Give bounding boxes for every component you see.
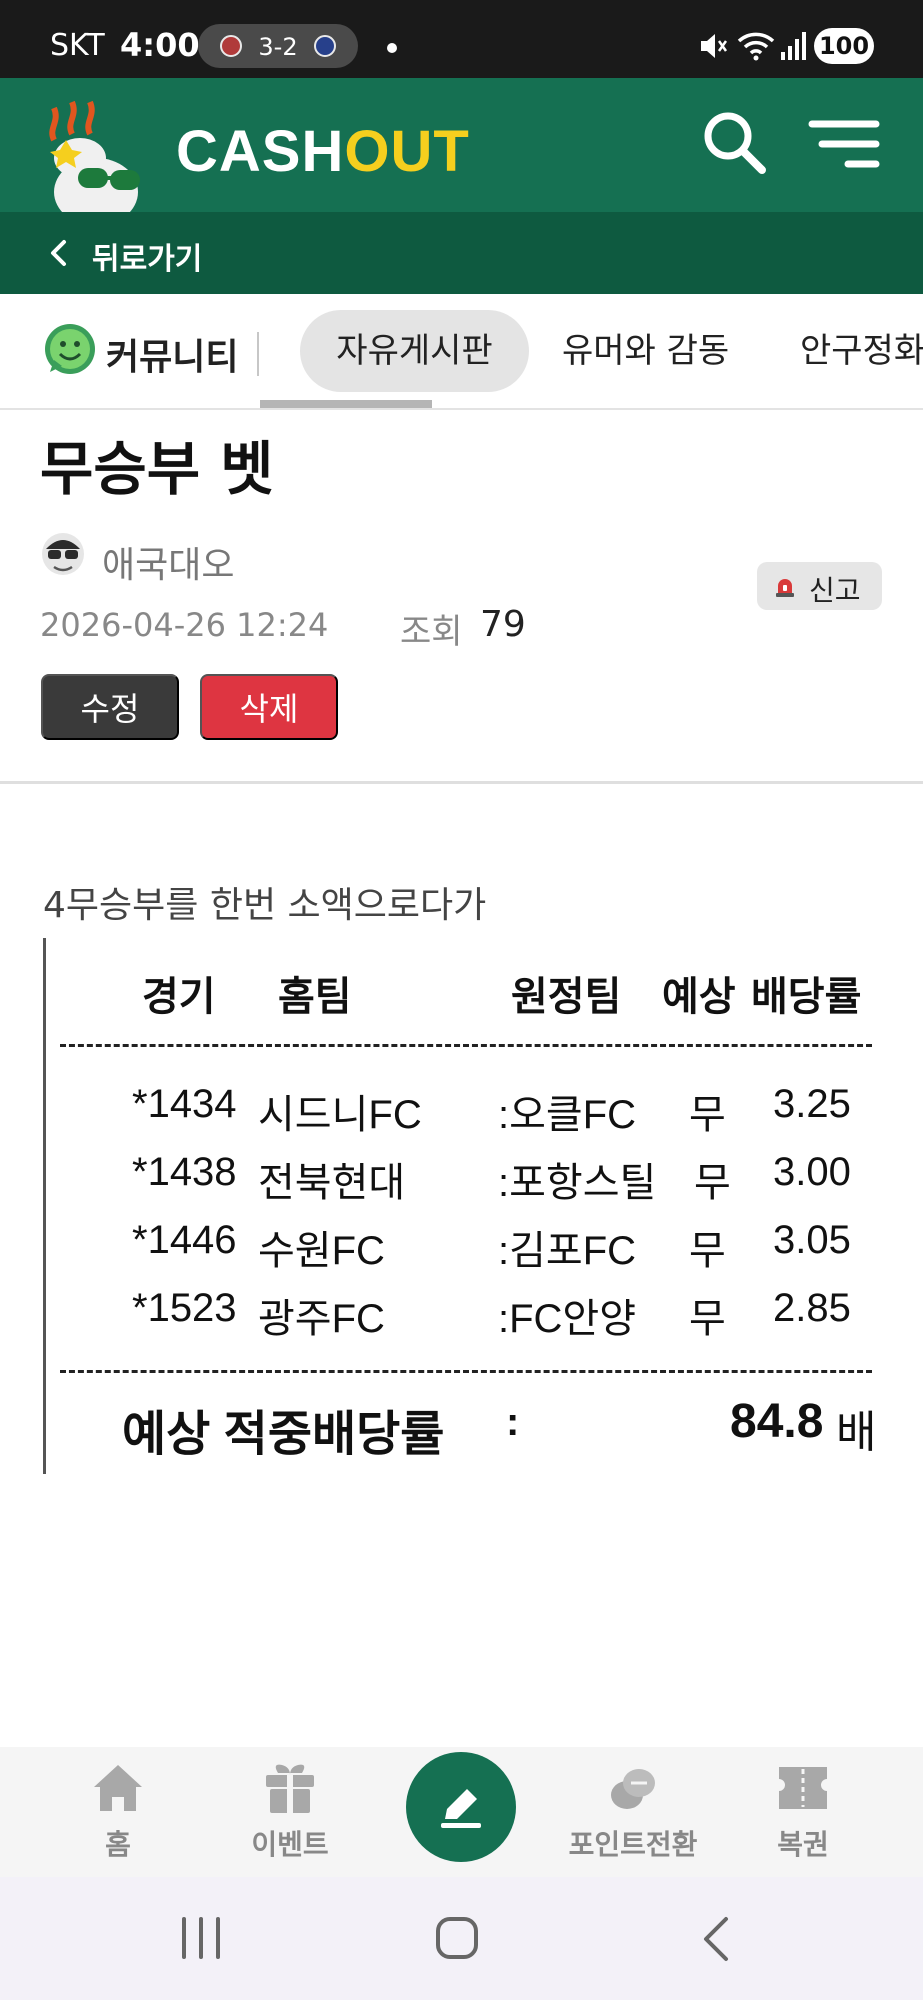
slip-row-away: :포항스틸 (498, 1161, 657, 1205)
logo-wordmark[interactable]: CASHOUT (176, 118, 470, 185)
app-header: CASHOUT (0, 78, 923, 212)
slip-row-home: 전북현대 (258, 1161, 406, 1205)
mute-icon (701, 34, 728, 58)
slip-row-home: 수원FC (258, 1229, 385, 1273)
back-button[interactable]: 뒤로가기 (0, 212, 923, 294)
back-label: 뒤로가기 (92, 242, 203, 277)
wifi-icon (737, 32, 775, 61)
slip-header-home: 홈팀 (278, 975, 352, 1019)
nav-lottery[interactable]: 복권 (728, 1747, 878, 1877)
bet-slip-image: 경기 홈팀 원정팀 예상 배당률 *1434 시드니FC :오클FC 무 3.2… (43, 938, 883, 1474)
nav-point-exchange[interactable]: 포인트전환 (558, 1747, 708, 1877)
away-team-logo-icon (314, 35, 336, 57)
slip-row-pick: 무 (689, 1229, 726, 1273)
nav-lottery-label: 복권 (777, 1828, 829, 1861)
slip-row-away: :FC안양 (498, 1297, 637, 1341)
notification-dot-icon (387, 43, 397, 53)
slip-header-game: 경기 (142, 975, 216, 1019)
tab-free-board[interactable]: 자유게시판 (300, 310, 529, 392)
slip-divider-top (60, 1044, 872, 1047)
slip-row-game: *1523 (132, 1286, 237, 1330)
slip-total-colon: : (506, 1400, 520, 1444)
logo-text-accent: OUT (344, 119, 470, 184)
search-icon[interactable] (700, 108, 768, 176)
slip-total-label: 예상 적중배당률 (122, 1408, 445, 1461)
gift-icon (266, 1764, 314, 1813)
nav-event[interactable]: 이벤트 (215, 1747, 365, 1877)
slip-row-odds: 3.05 (773, 1218, 851, 1262)
siren-icon (776, 579, 794, 597)
write-post-button[interactable] (406, 1752, 516, 1862)
slip-row-odds: 3.00 (773, 1150, 851, 1194)
report-label: 신고 (809, 574, 861, 607)
recent-apps-icon[interactable] (178, 1915, 224, 1961)
live-score-pill[interactable]: 3-2 (198, 24, 358, 68)
tab-eye-candy[interactable]: 안구정화 (800, 310, 923, 392)
delete-button[interactable]: 삭제 (200, 674, 338, 740)
divider (0, 781, 923, 784)
post-date: 2026-04-26 12:24 (40, 606, 329, 644)
views-label: 조회 (400, 612, 463, 652)
nav-point-exchange-label: 포인트전환 (568, 1828, 698, 1861)
tabs-divider (257, 332, 259, 376)
slip-row-game: *1438 (132, 1150, 237, 1194)
slip-row-odds: 2.85 (773, 1286, 851, 1330)
carrier-label: SKT (50, 28, 105, 63)
community-label: 커뮤니티 (106, 337, 239, 378)
pencil-icon (441, 1789, 481, 1828)
slip-header-odds: 배당률 (751, 975, 862, 1019)
slip-row-odds: 3.25 (773, 1082, 851, 1126)
board-tabs: 커뮤니티 자유게시판 유머와 감동 안구정화 (0, 294, 923, 410)
coins-icon (611, 1769, 655, 1809)
author-avatar[interactable] (40, 531, 86, 577)
author-name[interactable]: 애국대오 (102, 536, 234, 588)
slip-row-game: *1434 (132, 1082, 237, 1126)
system-navigation-bar (0, 1877, 923, 2000)
slip-row-home: 시드니FC (258, 1093, 422, 1137)
slip-row-game: *1446 (132, 1218, 237, 1262)
slip-header-away: 원정팀 (511, 975, 622, 1019)
report-button[interactable]: 신고 (757, 562, 882, 610)
slip-header-prediction: 예상 (662, 975, 736, 1019)
status-bar: SKT 4:00 3-2 100 (0, 0, 923, 78)
chevron-left-icon (51, 240, 66, 266)
slip-row-pick: 무 (694, 1161, 731, 1205)
cashout-mascot-logo-icon[interactable] (44, 100, 164, 212)
slip-total-unit: 배 (836, 1408, 877, 1457)
slip-total-odds: 84.8 (730, 1395, 824, 1448)
nav-home-label: 홈 (105, 1828, 131, 1861)
clock: 4:00 (120, 26, 200, 64)
slip-row-pick: 무 (689, 1297, 726, 1341)
home-icon (94, 1765, 142, 1811)
logo-text-main: CASH (176, 119, 345, 184)
tab-humor[interactable]: 유머와 감동 (562, 310, 729, 392)
tab-scroll-indicator (260, 400, 432, 408)
signal-icon (781, 32, 806, 60)
slip-row-away: :오클FC (498, 1093, 637, 1137)
slip-row-pick: 무 (689, 1093, 726, 1137)
slip-row-away: :김포FC (498, 1229, 637, 1273)
bottom-nav: 홈 이벤트 포인트전환 복권 (0, 1747, 923, 1877)
community-chat-icon (45, 324, 95, 374)
post-title: 무승부 벳 (40, 435, 274, 503)
nav-home[interactable]: 홈 (43, 1747, 193, 1877)
back-arrow-icon[interactable] (698, 1915, 734, 1963)
battery-indicator: 100 (814, 28, 874, 64)
post-body-text: 4무승부를 한번 소액으로다가 (43, 885, 487, 926)
views-count: 79 (480, 604, 526, 645)
hamburger-menu-icon[interactable] (808, 116, 880, 172)
nav-event-label: 이벤트 (251, 1828, 329, 1861)
edit-button[interactable]: 수정 (41, 674, 179, 740)
ticket-icon (779, 1767, 827, 1809)
home-button-icon[interactable] (434, 1915, 480, 1961)
slip-divider-bottom (60, 1370, 872, 1373)
slip-row-home: 광주FC (258, 1297, 385, 1341)
